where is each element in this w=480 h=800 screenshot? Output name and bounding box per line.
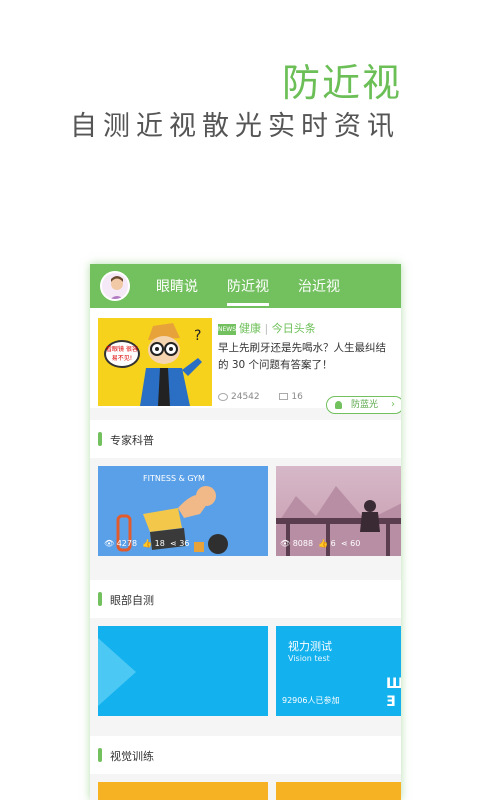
fitness-label: FITNESS & GYM — [143, 474, 205, 483]
play-triangle-icon — [98, 638, 136, 706]
chevron-right-icon: › — [391, 399, 395, 410]
fitness-views: 4278 — [116, 539, 138, 548]
fitness-stats: 👁 4278 👍 18 ⋖ 36 — [104, 539, 189, 548]
news-source: NEWS 健康 | 今日头条 — [218, 322, 316, 335]
scenic-shares: 60 — [350, 539, 361, 548]
tumbling-e-icon: Ǝ — [386, 694, 396, 710]
anti-bluelight-label: 防蓝光 — [351, 400, 379, 410]
tab-prevent-myopia[interactable]: 防近视 — [227, 276, 269, 306]
scenic-likes: 6 — [330, 539, 336, 548]
section-marker — [98, 592, 102, 606]
scenic-card[interactable]: 👁 8088 👍 6 ⋖ 60 — [276, 466, 401, 556]
section-eye-self-test: 眼部自测 — [90, 580, 401, 618]
avatar[interactable] — [100, 271, 130, 301]
section-expert-science: 专家科普 — [90, 420, 401, 458]
training-card[interactable] — [276, 782, 401, 800]
tab-eyes-say[interactable]: 眼睛说 — [156, 276, 198, 296]
bulb-icon — [335, 401, 342, 409]
vision-test-title: 视力测试 — [288, 640, 332, 653]
news-item[interactable]: ? 看眼镜 很容易不见! NEWS 健康 | 今日头条 早上先刷牙还是先喝水？人生… — [90, 308, 401, 414]
scenic-stats: 👁 8088 👍 6 ⋖ 60 — [280, 539, 360, 548]
eye-icon: 👁 — [280, 539, 291, 548]
scenic-views: 8088 — [292, 539, 314, 548]
news-title[interactable]: 早上先刷牙还是先喝水？人生最纠结的 30 个问题有答案了！ — [218, 340, 393, 374]
eye-icon — [218, 392, 228, 401]
section-title: 专家科普 — [110, 434, 154, 447]
news-thumbnail: ? 看眼镜 很容易不见! — [98, 318, 212, 406]
avatar-figure-icon — [110, 276, 124, 299]
vision-test-participants: 92906人已参加 — [282, 696, 340, 705]
top-tab-bar: 眼睛说 防近视 治近视 — [90, 264, 401, 308]
anti-bluelight-button[interactable]: 防蓝光 › — [326, 396, 401, 414]
news-source-name: 健康 — [239, 322, 261, 335]
section-marker — [98, 432, 102, 446]
eye-icon: 👁 — [104, 539, 115, 548]
phone-screen: 眼睛说 防近视 治近视 ? 看眼镜 很容易不见! NEWS 健康 | 今日头条 早… — [90, 264, 401, 800]
svg-text:?: ? — [194, 328, 201, 344]
fitness-card[interactable]: FITNESS & GYM 👁 4278 👍 18 ⋖ 36 — [98, 466, 268, 556]
self-test-card[interactable] — [98, 626, 268, 716]
share-icon: ⋖ — [340, 539, 348, 548]
news-views: 24542 — [231, 392, 260, 402]
tumbling-e-icon: Ш — [386, 676, 401, 692]
subline: 自测近视散光实时资讯 — [70, 111, 400, 142]
headline: 防近视 — [281, 61, 402, 105]
share-icon: ⋖ — [169, 539, 177, 548]
fitness-shares: 36 — [179, 539, 190, 548]
fitness-likes: 18 — [154, 539, 165, 548]
vision-test-subtitle: Vision test — [288, 654, 330, 663]
section-title: 视觉训练 — [110, 750, 154, 763]
vision-test-card[interactable]: 视力测试 Vision test Ш Ǝ 92906人已参加 — [276, 626, 401, 716]
comment-icon — [279, 393, 289, 400]
section-marker — [98, 748, 102, 762]
tab-treat-myopia[interactable]: 治近视 — [298, 276, 340, 296]
news-logo: NEWS — [218, 323, 237, 335]
section-title: 眼部自测 — [110, 594, 154, 607]
news-source-sub: 今日头条 — [271, 322, 316, 335]
speech-bubble: 看眼镜 很容易不见! — [104, 340, 140, 368]
training-card[interactable] — [98, 782, 268, 800]
news-comments: 16 — [291, 392, 303, 402]
news-stats: 24542 16 — [218, 392, 303, 402]
thumbs-up-icon: 👍 — [142, 539, 153, 548]
thumbs-up-icon: 👍 — [318, 539, 329, 548]
section-visual-training: 视觉训练 — [90, 736, 401, 774]
